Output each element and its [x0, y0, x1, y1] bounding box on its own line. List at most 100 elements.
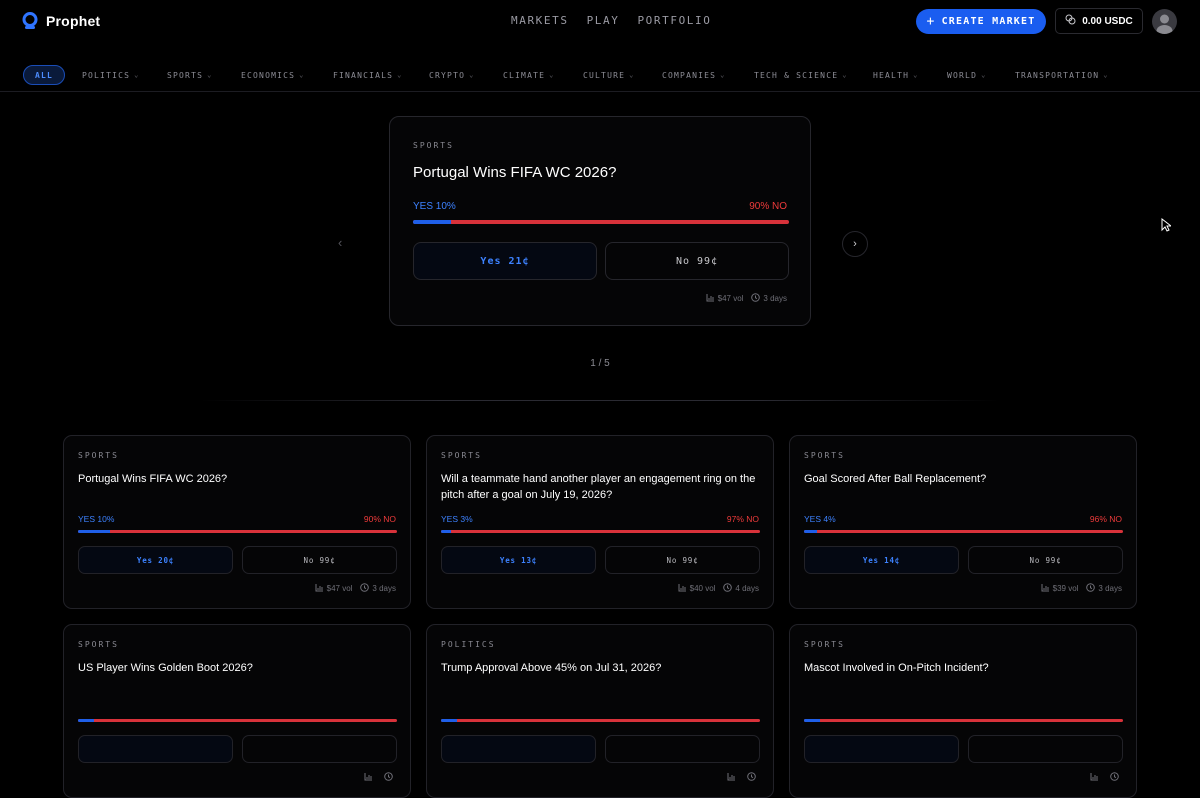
- market-card[interactable]: SPORTS Will a teammate hand another playe…: [426, 435, 774, 609]
- chevron-down-icon: ⌄: [981, 71, 987, 79]
- carousel-prev-button[interactable]: ‹: [338, 235, 342, 250]
- buy-yes-button[interactable]: [441, 735, 596, 763]
- market-meta: [727, 772, 759, 783]
- category-sports[interactable]: SPORTS ⌄: [167, 65, 213, 85]
- category-politics[interactable]: POLITICS ⌄: [82, 65, 140, 85]
- buy-yes-button[interactable]: [78, 735, 233, 763]
- no-probability: 90% NO: [749, 201, 787, 212]
- user-avatar[interactable]: [1152, 9, 1177, 34]
- market-title: Will a teammate hand another player an e…: [441, 473, 756, 501]
- probability-bar-fill: [78, 719, 94, 722]
- market-meta: $39 vol 3 days: [1041, 583, 1122, 594]
- category-economics[interactable]: ECONOMICS ⌄: [241, 65, 305, 85]
- category-financials[interactable]: FINANCIALS ⌄: [333, 65, 403, 85]
- brand-name: Prophet: [46, 13, 101, 29]
- balance-value: 0.00 USDC: [1082, 15, 1133, 27]
- user-icon: [1156, 14, 1173, 34]
- yes-probability: YES 4%: [804, 514, 836, 524]
- probability-bar: [413, 220, 789, 224]
- no-probability: 96% NO: [1089, 514, 1122, 524]
- market-card[interactable]: SPORTS US Player Wins Golden Boot 2026?: [63, 624, 411, 798]
- buy-no-button[interactable]: No 99¢: [605, 242, 789, 280]
- category-all[interactable]: ALL: [23, 65, 65, 85]
- market-meta: $47 vol 3 days: [315, 583, 396, 594]
- market-volume: $40 vol: [689, 584, 716, 593]
- chevron-down-icon: ⌄: [134, 71, 140, 79]
- category-tech-science[interactable]: TECH & SCIENCE ⌄: [754, 65, 848, 85]
- probability-bar-fill: [804, 530, 817, 533]
- clock-icon: [1110, 772, 1119, 783]
- buy-no-button[interactable]: [968, 735, 1123, 763]
- clock-icon: [384, 772, 393, 783]
- category-crypto[interactable]: CRYPTO ⌄: [429, 65, 475, 85]
- buy-no-button[interactable]: No 99¢: [242, 546, 397, 574]
- market-card[interactable]: SPORTS Portugal Wins FIFA WC 2026? YES 10%…: [63, 435, 411, 609]
- chart-icon: [315, 583, 324, 594]
- buy-yes-button[interactable]: Yes 14¢: [804, 546, 959, 574]
- create-market-button[interactable]: + CREATE MARKET: [916, 9, 1046, 34]
- probability-bar-fill: [78, 530, 110, 533]
- market-card[interactable]: POLITICS Trump Approval Above 45% on Jul …: [426, 624, 774, 798]
- market-card[interactable]: SPORTS Goal Scored After Ball Replacement…: [789, 435, 1137, 609]
- clock-icon: [747, 772, 756, 783]
- no-probability: 90% NO: [363, 514, 396, 524]
- chevron-down-icon: ⌄: [720, 71, 726, 79]
- buy-no-button[interactable]: No 99¢: [605, 546, 760, 574]
- prophet-logo-icon: [22, 12, 38, 30]
- category-health[interactable]: HEALTH ⌄: [873, 65, 919, 85]
- market-volume: $39 vol: [1052, 584, 1079, 593]
- market-title: Portugal Wins FIFA WC 2026?: [78, 473, 228, 485]
- market-time-left: 3 days: [1098, 584, 1122, 593]
- market-time-left: 3 days: [763, 294, 787, 303]
- chevron-right-icon: ›: [853, 238, 857, 250]
- top-header: Prophet MARKETS PLAY PORTFOLIO + CREATE …: [0, 0, 1200, 44]
- buy-yes-button[interactable]: Yes 21¢: [413, 242, 597, 280]
- buy-yes-button[interactable]: Yes 20¢: [78, 546, 233, 574]
- market-category-tag: SPORTS: [804, 640, 845, 649]
- buy-no-button[interactable]: No 99¢: [968, 546, 1123, 574]
- chevron-down-icon: ⌄: [1103, 71, 1109, 79]
- buy-yes-button[interactable]: [804, 735, 959, 763]
- buy-yes-button[interactable]: Yes 13¢: [441, 546, 596, 574]
- nav-portfolio[interactable]: PORTFOLIO: [637, 14, 711, 27]
- wallet-balance-button[interactable]: 0.00 USDC: [1055, 8, 1143, 34]
- chart-icon: [364, 772, 373, 783]
- nav-markets[interactable]: MARKETS: [511, 14, 569, 27]
- category-world[interactable]: WORLD ⌄: [947, 65, 987, 85]
- nav-play[interactable]: PLAY: [587, 14, 620, 27]
- chevron-down-icon: ⌄: [469, 71, 475, 79]
- chart-icon: [1090, 772, 1099, 783]
- carousel-pager: 1 / 5: [590, 358, 610, 369]
- chart-icon: [1041, 583, 1050, 594]
- chart-icon: [727, 772, 736, 783]
- yes-probability: YES 10%: [413, 201, 456, 212]
- clock-icon: [723, 583, 733, 594]
- category-companies[interactable]: COMPANIES ⌄: [662, 65, 726, 85]
- brand-logo[interactable]: Prophet: [22, 12, 100, 30]
- market-title: US Player Wins Golden Boot 2026?: [78, 662, 253, 674]
- category-culture[interactable]: CULTURE ⌄: [583, 65, 635, 85]
- buy-no-button[interactable]: [242, 735, 397, 763]
- chart-icon: [678, 583, 687, 594]
- chevron-down-icon: ⌄: [397, 71, 403, 79]
- market-volume: $47 vol: [326, 584, 353, 593]
- chevron-down-icon: ⌄: [842, 71, 848, 79]
- mouse-cursor-icon: [1161, 217, 1173, 237]
- category-transportation[interactable]: TRANSPORTATION ⌄: [1015, 65, 1109, 85]
- featured-market-card[interactable]: SPORTS Portugal Wins FIFA WC 2026? YES 1…: [389, 116, 811, 326]
- market-card[interactable]: SPORTS Mascot Involved in On-Pitch Incide…: [789, 624, 1137, 798]
- market-meta: [1090, 772, 1122, 783]
- probability-bar-fill: [441, 530, 451, 533]
- category-climate[interactable]: CLIMATE ⌄: [503, 65, 555, 85]
- coins-icon: [1065, 14, 1076, 28]
- chevron-down-icon: ⌄: [299, 71, 305, 79]
- clock-icon: [360, 583, 370, 594]
- create-market-label: CREATE MARKET: [941, 16, 1036, 27]
- market-title: Portugal Wins FIFA WC 2026?: [413, 164, 617, 181]
- buy-no-button[interactable]: [605, 735, 760, 763]
- probability-bar-fill: [804, 719, 820, 722]
- main-nav: MARKETS PLAY PORTFOLIO: [511, 14, 711, 27]
- probability-bar: [804, 719, 1123, 722]
- probability-bar-fill: [413, 220, 451, 224]
- carousel-next-button[interactable]: ›: [842, 231, 868, 257]
